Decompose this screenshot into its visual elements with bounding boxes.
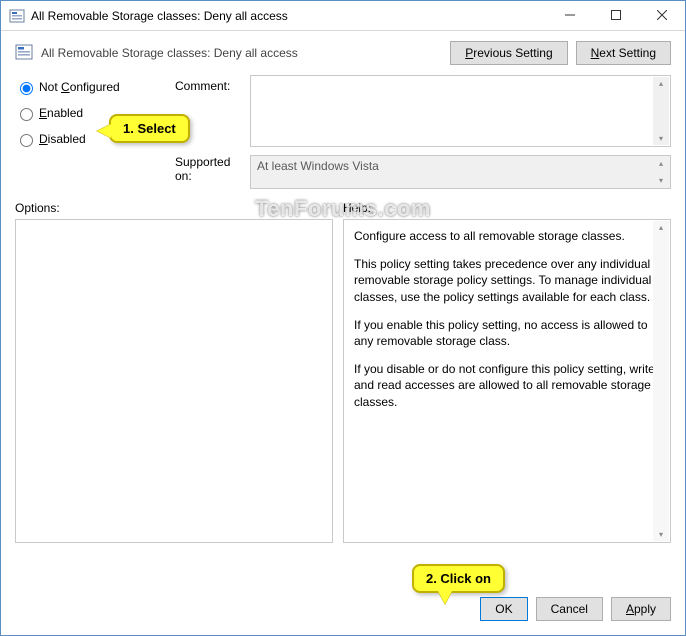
minimize-button[interactable] <box>547 1 593 29</box>
comment-textarea[interactable]: ▴ ▾ <box>250 75 671 147</box>
scroll-down-icon: ▾ <box>659 134 663 143</box>
radio-enabled-input[interactable] <box>20 108 33 121</box>
comment-label: Comment: <box>175 79 250 93</box>
help-p1: Configure access to all removable storag… <box>354 228 660 244</box>
content-area: All Removable Storage classes: Deny all … <box>1 31 685 553</box>
scroll-down-icon: ▾ <box>659 530 663 539</box>
cancel-button[interactable]: Cancel <box>536 597 603 621</box>
apply-button[interactable]: Apply <box>611 597 671 621</box>
previous-setting-button[interactable]: Previous Setting <box>450 41 567 65</box>
header-row: All Removable Storage classes: Deny all … <box>15 41 671 65</box>
panels-row: Options: Help: Configure access to all r… <box>15 201 671 543</box>
callout-click: 2. Click on <box>412 564 505 593</box>
comment-scrollbar[interactable]: ▴ ▾ <box>653 77 669 145</box>
scroll-up-icon: ▴ <box>659 79 663 88</box>
help-panel: Configure access to all removable storag… <box>343 219 671 543</box>
help-p4: If you disable or do not configure this … <box>354 361 660 410</box>
radio-disabled-input[interactable] <box>20 134 33 147</box>
supported-on-text: At least Windows Vista <box>257 159 379 173</box>
callout-select: 1. Select <box>109 114 190 143</box>
prev-label-rest: revious Setting <box>473 46 552 60</box>
policy-title: All Removable Storage classes: Deny all … <box>41 46 450 60</box>
scroll-up-icon: ▴ <box>659 159 663 168</box>
ok-button[interactable]: OK <box>480 597 527 621</box>
policy-icon <box>15 43 35 63</box>
titlebar: All Removable Storage classes: Deny all … <box>1 1 685 31</box>
window-title: All Removable Storage classes: Deny all … <box>31 9 547 23</box>
help-label: Help: <box>343 201 671 215</box>
help-column: Help: Configure access to all removable … <box>343 201 671 543</box>
options-column: Options: <box>15 201 333 543</box>
scroll-up-icon: ▴ <box>659 223 663 232</box>
scroll-down-icon: ▾ <box>659 176 663 185</box>
next-label-rest: ext Setting <box>599 46 656 60</box>
help-p3: If you enable this policy setting, no ac… <box>354 317 660 349</box>
supported-scrollbar[interactable]: ▴ ▾ <box>653 157 669 187</box>
help-scrollbar[interactable]: ▴ ▾ <box>653 221 669 541</box>
action-row: OK Cancel Apply <box>1 589 685 629</box>
radio-not-configured-input[interactable] <box>20 82 33 95</box>
window-controls <box>547 1 685 30</box>
supported-on-box: At least Windows Vista ▴ ▾ <box>250 155 671 189</box>
radio-not-configured[interactable]: Not Configured <box>15 79 175 95</box>
supported-label: Supported on: <box>175 155 250 183</box>
options-label: Options: <box>15 201 333 215</box>
close-button[interactable] <box>639 1 685 29</box>
field-inputs: ▴ ▾ At least Windows Vista ▴ ▾ <box>250 75 671 189</box>
help-p2: This policy setting takes precedence ove… <box>354 256 660 305</box>
next-setting-button[interactable]: Next Setting <box>576 41 671 65</box>
policy-title-icon <box>9 8 25 24</box>
options-panel <box>15 219 333 543</box>
maximize-button[interactable] <box>593 1 639 29</box>
